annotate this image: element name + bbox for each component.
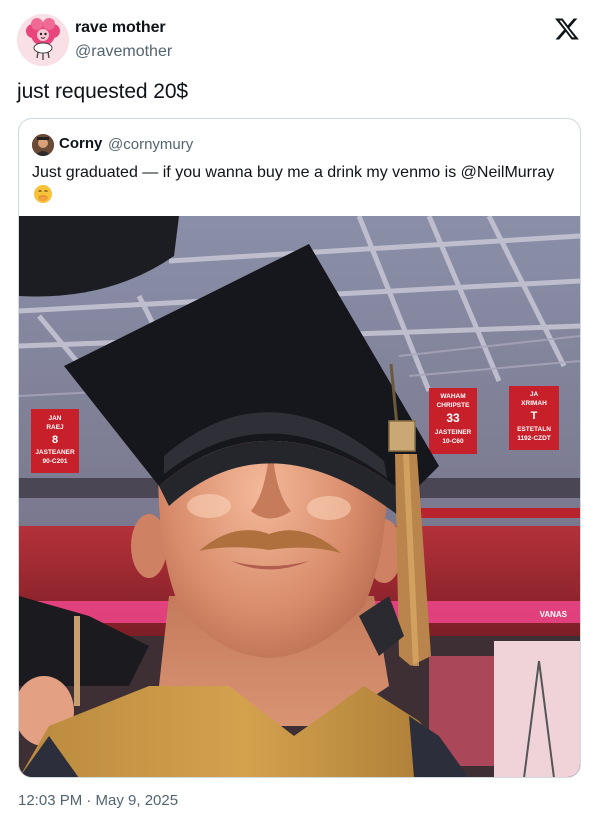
banner-3-line-4: ESTETALN (517, 426, 551, 433)
banner-1-line-3: 8 (52, 434, 58, 446)
quoted-tweet-text: Just graduated — if you wanna buy me a d… (32, 164, 555, 181)
banner-2-line-5: 10-C60 (442, 438, 464, 445)
quoted-author-avatar[interactable] (32, 134, 54, 156)
author-name[interactable]: rave mother (75, 19, 166, 37)
banner-2-line-2: CHRIPSTE (437, 402, 471, 409)
tweet-card: rave mother @ravemother just requested 2… (0, 0, 599, 827)
pink-flower-character-icon (17, 14, 69, 66)
author-handle[interactable]: @ravemother (75, 43, 172, 61)
author-avatar[interactable] (17, 14, 69, 66)
banner-2-line-1: WAHAM (440, 393, 465, 400)
banner-2-line-4: JASTEINER (435, 429, 472, 436)
person-avatar-icon (32, 134, 54, 156)
arena-sign: VANAS (540, 610, 568, 619)
quoted-author-handle[interactable]: @cornymury (108, 136, 193, 153)
banner-3-line-2: XRIMAH (521, 400, 547, 407)
tweet-timestamp[interactable]: 12:03 PM · May 9, 2025 (18, 792, 178, 809)
banner-2-line-3: 33 (446, 411, 460, 425)
x-logo-icon[interactable] (554, 16, 580, 42)
banner-3-line-5: 1192-CZDT (517, 435, 551, 442)
banner-1-line-4: JASTEANER (35, 449, 75, 456)
banner-1-line-2: RAEJ (46, 424, 64, 431)
tweet-text: just requested 20$ (17, 80, 188, 103)
banner-3-line-1: JA (530, 391, 539, 398)
quoted-tweet[interactable]: Corny @cornymury Just graduated — if you… (18, 118, 581, 778)
graduate-selfie-photo[interactable]: JAN RAEJ 8 JASTEANER 90-C201 WAHAM CHRIP… (19, 216, 580, 777)
banner-1-line-5: 90-C201 (43, 458, 68, 465)
banner-3-line-3: T (531, 410, 538, 422)
hand-over-mouth-emoji-icon (32, 183, 54, 205)
banner-1-line-1: JAN (48, 415, 61, 422)
quoted-author-name[interactable]: Corny (59, 135, 102, 152)
